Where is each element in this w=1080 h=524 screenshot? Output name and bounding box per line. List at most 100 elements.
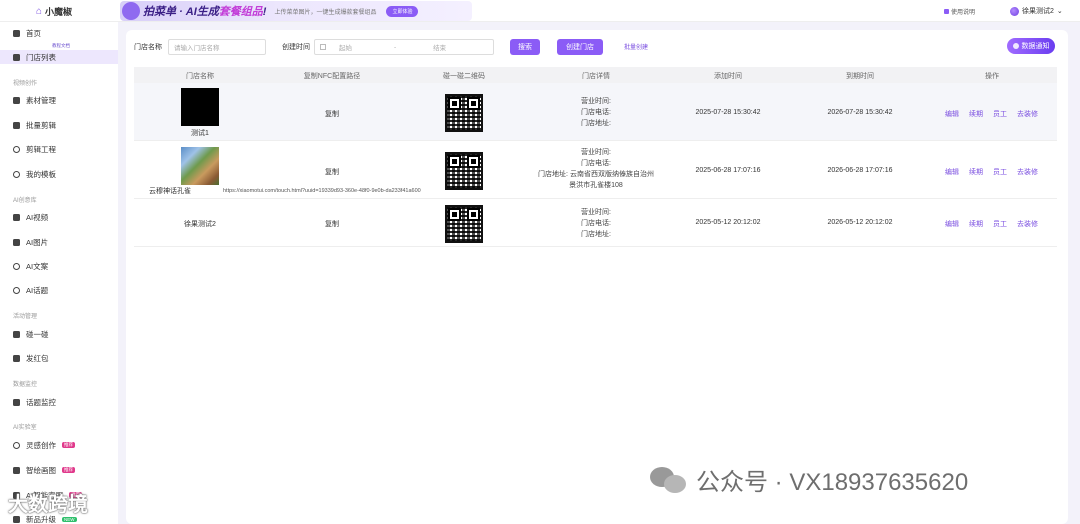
table-header: 门店名称 复制NFC配置路径 碰一碰二维码 门店详情 添加时间 到期时间 操作 bbox=[134, 67, 1057, 83]
sidebar-item-home[interactable]: 首页 bbox=[13, 26, 41, 40]
added-time: 2025-07-28 15:30:42 bbox=[695, 109, 761, 116]
logo-text: 小魔椒 bbox=[45, 7, 73, 17]
store-thumbnail bbox=[181, 147, 219, 185]
sidebar-item-ai-draw[interactable]: 智绘画图 推荐 bbox=[13, 463, 75, 477]
sidebar-item-batch-edit[interactable]: 批量剪辑 bbox=[13, 118, 56, 132]
avatar bbox=[1010, 6, 1019, 16]
renew-link[interactable]: 续期 bbox=[969, 167, 983, 177]
watermark-text: 公众号 · VX18937635620 bbox=[696, 469, 969, 496]
row-actions: 编辑 续期 员工 去装修 bbox=[945, 219, 1038, 229]
store-name: 测试1 bbox=[191, 130, 209, 137]
copy-nfc-link[interactable]: 复制 bbox=[325, 109, 339, 119]
tutorial-badge[interactable]: 教程文档 bbox=[52, 43, 70, 49]
staff-link[interactable]: 员工 bbox=[993, 219, 1007, 229]
banner-try-button[interactable]: 立即体验 bbox=[386, 5, 419, 17]
inspiration-icon bbox=[13, 441, 20, 449]
template-icon bbox=[13, 170, 20, 178]
end-date: 结束 bbox=[433, 45, 447, 52]
sidebar-item-template[interactable]: 我的模板 bbox=[13, 167, 56, 181]
sidebar-item-red-packet[interactable]: 发红包 bbox=[13, 351, 49, 365]
user-name: 徐果测试2 bbox=[1022, 8, 1054, 15]
batch-create-link[interactable]: 批量创建 bbox=[624, 42, 648, 51]
calendar-icon bbox=[320, 44, 326, 50]
added-time: 2025-05-12 20:12:02 bbox=[695, 219, 761, 226]
ai-video-icon bbox=[13, 213, 20, 221]
section-title: AI创意库 bbox=[13, 198, 37, 204]
expire-time: 2026-07-28 15:30:42 bbox=[827, 109, 893, 116]
renew-link[interactable]: 续期 bbox=[969, 219, 983, 229]
mascot-icon bbox=[122, 2, 140, 20]
material-icon bbox=[13, 96, 20, 104]
added-time: 2025-06-28 17:07:16 bbox=[695, 167, 761, 174]
sidebar-item-inspiration[interactable]: 灵感创作 推荐 bbox=[13, 438, 75, 452]
edit-link[interactable]: 编辑 bbox=[945, 109, 959, 119]
row-actions: 编辑 续期 员工 去装修 bbox=[945, 167, 1038, 177]
staff-link[interactable]: 员工 bbox=[993, 167, 1007, 177]
edit-link[interactable]: 编辑 bbox=[945, 167, 959, 177]
copy-nfc-link[interactable]: 复制 bbox=[325, 219, 339, 229]
promo-banner[interactable]: 拍菜单 · AI生成套餐组品! 上传菜单图片，一键生成爆款套餐组品 立即体验 bbox=[120, 1, 472, 21]
store-name-input[interactable]: 请输入门店名称 bbox=[168, 39, 266, 55]
store-detail: 营业时间: 门店电话: 门店地址: bbox=[581, 98, 611, 127]
chevron-down-icon: ⌄ bbox=[1056, 8, 1063, 15]
col-nfc-path: 复制NFC配置路径 bbox=[303, 73, 361, 80]
col-store-name: 门店名称 bbox=[186, 73, 214, 80]
store-detail: 营业时间: 门店电话: 门店地址: 云南省西双版纳傣族自治州 景洪市孔雀楼108 bbox=[538, 149, 654, 189]
main-panel: 门店名称 请输入门店名称 创建时间 起始 - 结束 搜索 创建门店 批量创建 数… bbox=[126, 30, 1068, 524]
qr-code-icon[interactable] bbox=[445, 152, 483, 190]
store-name: 徐果测试2 bbox=[184, 221, 216, 228]
sidebar-item-nfc-tap[interactable]: 碰一碰 bbox=[13, 327, 49, 341]
staff-link[interactable]: 员工 bbox=[993, 109, 1007, 119]
search-button[interactable]: 搜索 bbox=[510, 39, 540, 55]
red-packet-icon bbox=[13, 354, 20, 362]
ai-copy-icon bbox=[13, 262, 20, 270]
watermark-secondary-text: 大数跨境 bbox=[8, 494, 88, 516]
qr-code-icon[interactable] bbox=[445, 205, 483, 243]
create-store-button[interactable]: 创建门店 bbox=[557, 39, 603, 55]
section-title: AI实验室 bbox=[13, 425, 37, 431]
sidebar-item-ai-topic[interactable]: AI话题 bbox=[13, 283, 48, 297]
sidebar-item-material[interactable]: 素材管理 bbox=[13, 93, 56, 107]
topic-monitor-icon bbox=[13, 398, 20, 406]
ai-topic-icon bbox=[13, 286, 20, 294]
store-list-icon bbox=[13, 53, 20, 61]
col-qr: 碰一碰二维码 bbox=[443, 73, 485, 80]
decorate-link[interactable]: 去装修 bbox=[1017, 109, 1038, 119]
banner-subtitle: 上传菜单图片，一键生成爆款套餐组品 bbox=[274, 9, 377, 16]
home-icon bbox=[13, 29, 20, 37]
store-thumbnail bbox=[181, 88, 219, 126]
sidebar-item-topic-monitor[interactable]: 话题监控 bbox=[13, 395, 56, 409]
create-time-label: 创建时间 bbox=[282, 44, 310, 51]
store-name: 云穆神话孔雀 bbox=[149, 188, 191, 195]
sidebar-item-store-list[interactable]: 门店列表 bbox=[0, 50, 118, 64]
user-menu[interactable]: 徐果测试2 ⌄ bbox=[1010, 6, 1063, 16]
expire-time: 2026-05-12 20:12:02 bbox=[827, 219, 893, 226]
range-separator: - bbox=[394, 43, 397, 51]
date-range-picker[interactable]: 起始 - 结束 bbox=[314, 39, 494, 55]
store-detail: 营业时间: 门店电话: 门店地址: bbox=[581, 209, 611, 238]
hot-tag: 推荐 bbox=[62, 467, 75, 473]
sidebar-item-ai-copy[interactable]: AI文案 bbox=[13, 259, 48, 273]
batch-edit-icon bbox=[13, 121, 20, 129]
section-title: 视频创作 bbox=[13, 81, 38, 87]
col-expires: 到期时间 bbox=[846, 73, 874, 80]
sidebar-item-ai-video[interactable]: AI视频 bbox=[13, 210, 48, 224]
copy-nfc-link[interactable]: 复制 bbox=[325, 167, 339, 177]
app-logo[interactable]: ⌂ 小魔椒 bbox=[36, 5, 72, 18]
renew-link[interactable]: 续期 bbox=[969, 109, 983, 119]
new-tag: NEW bbox=[62, 516, 77, 522]
edit-link[interactable]: 编辑 bbox=[945, 219, 959, 229]
help-link[interactable]: 使用说明 bbox=[944, 7, 975, 16]
decorate-link[interactable]: 去装修 bbox=[1017, 219, 1038, 229]
sidebar-item-ai-image[interactable]: AI图片 bbox=[13, 235, 48, 249]
qr-code-icon[interactable] bbox=[445, 94, 483, 132]
section-title: 数据监控 bbox=[13, 382, 38, 388]
table-row: 测试1 复制 营业时间: 门店电话: 门店地址: 2025-07-28 15:3… bbox=[134, 83, 1057, 141]
hot-tag: 推荐 bbox=[62, 442, 75, 448]
sidebar-item-edit-project[interactable]: 剪辑工程 bbox=[13, 142, 56, 156]
decorate-link[interactable]: 去装修 bbox=[1017, 167, 1038, 177]
secondary-watermark: 大数跨境 bbox=[8, 488, 88, 517]
data-notify-button[interactable]: 数据通知 bbox=[1007, 38, 1055, 54]
ai-draw-icon bbox=[13, 466, 20, 474]
wechat-icon bbox=[650, 465, 688, 495]
